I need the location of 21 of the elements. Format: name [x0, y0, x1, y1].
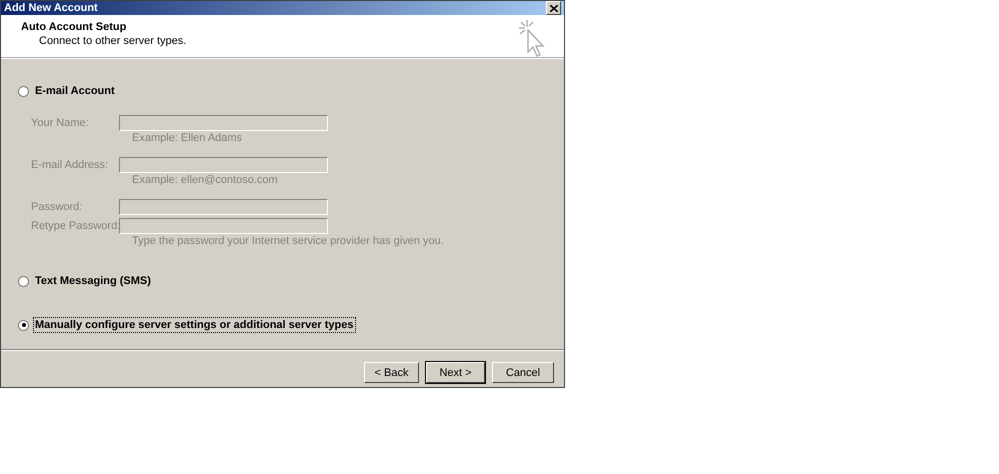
field-hint: Type the password your Internet service provider has given you. — [131, 235, 445, 249]
field-hint: Example: Ellen Adams — [131, 132, 244, 146]
option-label[interactable]: Manually configure server settings or additional server types — [33, 317, 356, 333]
dialog-button[interactable]: Next > — [426, 362, 485, 383]
field-hint: Example: ellen@contoso.com — [131, 174, 279, 188]
radio-button[interactable] — [18, 276, 29, 286]
radio-button[interactable] — [18, 320, 29, 330]
radio-button[interactable] — [18, 86, 29, 96]
option-label[interactable]: Text Messaging (SMS) — [33, 273, 153, 289]
field-label: Retype Password: — [31, 220, 119, 232]
dialog-button[interactable]: < Back — [364, 362, 419, 383]
option-label[interactable]: E-mail Account — [33, 83, 117, 99]
field-label: Password: — [31, 200, 84, 212]
header-title: Auto Account Setup — [21, 21, 128, 33]
field-label: E-mail Address: — [31, 158, 110, 170]
window-title: Add New Account — [4, 2, 98, 14]
close-icon — [550, 4, 558, 12]
close-button[interactable] — [546, 1, 561, 15]
field-label: Your Name: — [31, 116, 90, 128]
header-subtitle: Connect to other server types. — [38, 35, 186, 47]
dialog-button[interactable]: Cancel — [492, 362, 554, 383]
